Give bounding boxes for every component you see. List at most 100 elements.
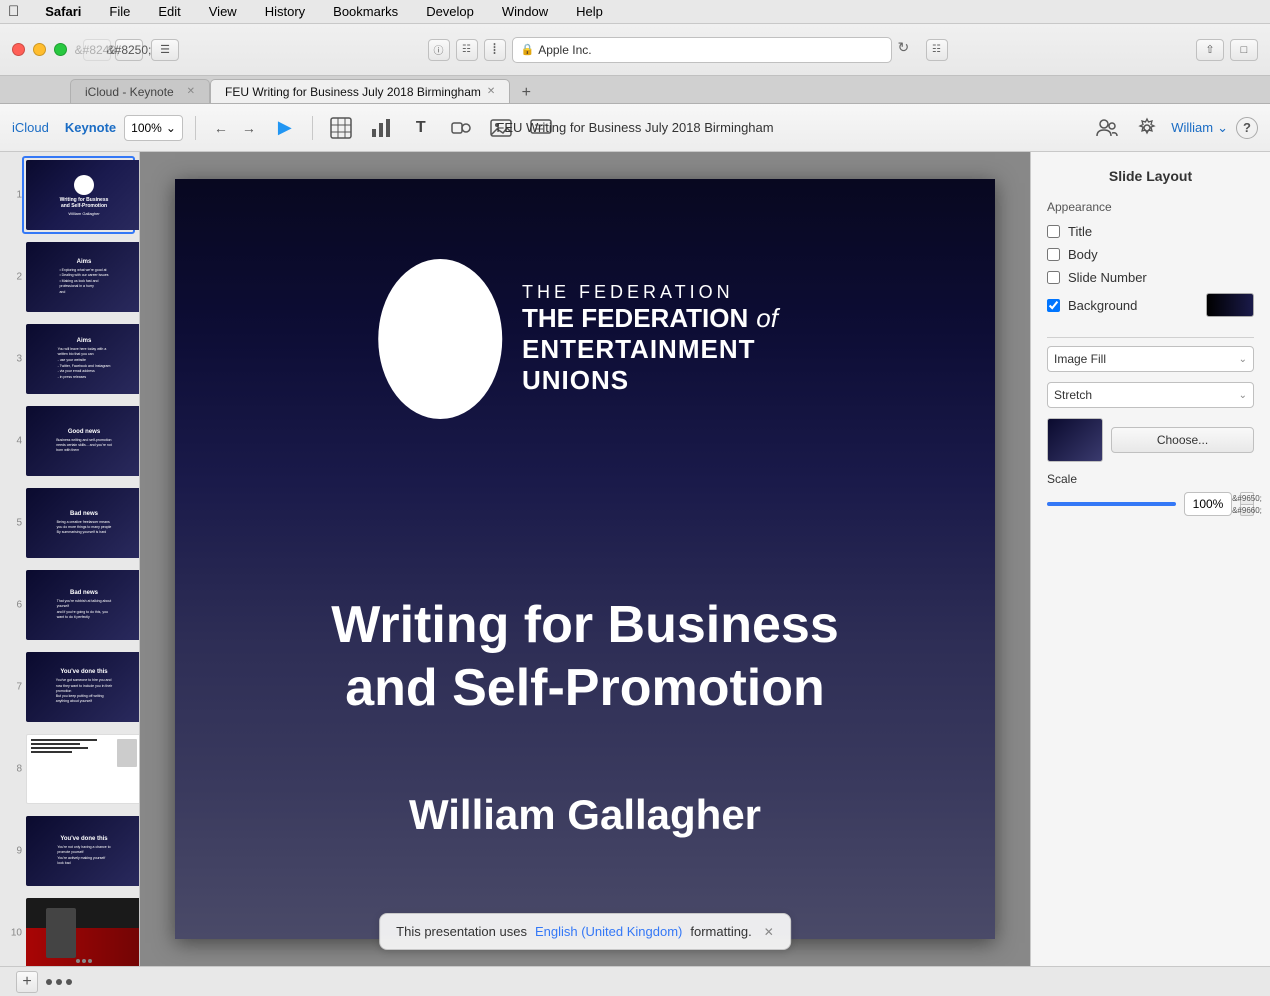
play-button[interactable]: ▶ [278,117,292,138]
back-button[interactable]: &#8249; [83,39,111,61]
keynote-app-label[interactable]: Keynote [65,120,116,135]
add-tab-button[interactable]: + [516,83,536,103]
feu-entertainment-text: ENTERTAINMENT UNIONS [522,334,792,396]
title-checkbox[interactable] [1047,225,1060,238]
image-fill-label: Image Fill [1054,352,1106,366]
share-icon[interactable]: ⓘ [428,39,450,61]
insert-shape-button[interactable] [445,112,477,144]
notification-text: This presentation uses [396,924,527,939]
maximize-button[interactable] [54,43,67,56]
notification-close-button[interactable]: ✕ [764,925,774,939]
menu-develop[interactable]: Develop [420,2,480,21]
slide-number-5: 5 [8,518,22,529]
insert-table-button[interactable] [325,112,357,144]
apple-menu[interactable]:  [8,3,19,20]
address-bar[interactable]: 🔒 Apple Inc. [512,37,892,63]
title-bar: &#8249; &#8250; ☰ ⓘ ☷ ┋ 🔒 Apple Inc. ↻ ☷… [0,24,1270,76]
slide-thumb-6[interactable]: 6 Bad news That you're rubbish at talkin… [22,566,135,644]
slide-author-text: William Gallagher [409,791,761,839]
slide-dots [46,979,72,985]
slide-thumb-3[interactable]: 3 Aims You will leave here today with aw… [22,320,135,398]
tab-overview-icon[interactable]: ┋ [484,39,506,61]
tab-grid-button[interactable]: □ [1230,39,1258,61]
slide-thumb-7[interactable]: 7 You've done this You've got someone to… [22,648,135,726]
tab-icloud[interactable]: iCloud - Keynote ✕ [70,79,210,103]
add-slide-button[interactable]: + [16,971,38,993]
menu-history[interactable]: History [259,2,311,21]
tab-feu[interactable]: FEU Writing for Business July 2018 Birmi… [210,79,510,103]
scale-slider[interactable] [1047,502,1176,506]
slide-preview-2: Aims • Exploring what we're good at• Dea… [26,242,140,312]
slide-thumb-1[interactable]: 1 Writing for Businessand Self-Promotion… [22,156,135,234]
sidebar-toggle-button[interactable]: ☰ [151,39,179,61]
feu-of-text: of [756,303,778,334]
slide-number-checkbox[interactable] [1047,271,1060,284]
insert-text-button[interactable]: T [405,112,437,144]
tab-icloud-close[interactable]: ✕ [187,86,195,97]
image-fill-dropdown[interactable]: Image Fill ⌄ [1047,346,1254,372]
scale-down-button[interactable]: &#9660; [1240,504,1254,516]
body-checkbox-row: Body [1047,247,1254,262]
choose-button[interactable]: Choose... [1111,427,1254,453]
scale-up-button[interactable]: &#9650; [1240,492,1254,504]
slide-thumb-4[interactable]: 4 Good news Business writing and self-pr… [22,402,135,480]
extensions-icon[interactable]: ☷ [926,39,948,61]
stretch-dropdown[interactable]: Stretch ⌄ [1047,382,1254,408]
undo-button[interactable]: ← [208,115,234,141]
insert-chart-button[interactable] [365,112,397,144]
slide-thumb-8[interactable]: 8 [22,730,135,808]
background-checkbox[interactable] [1047,299,1060,312]
close-button[interactable] [12,43,25,56]
scale-controls: 100% &#9650; &#9660; [1047,492,1254,516]
reload-button[interactable]: ↻ [898,39,920,61]
menu-safari[interactable]: Safari [39,2,87,21]
upload-button[interactable]: ⇧ [1196,39,1224,61]
settings-button[interactable] [1131,112,1163,144]
help-button[interactable]: ? [1236,117,1258,139]
menu-bookmarks[interactable]: Bookmarks [327,2,404,21]
feu-circle: FEU [378,259,502,419]
menu-edit[interactable]: Edit [152,2,186,21]
slide8-content [31,739,137,767]
menu-view[interactable]: View [203,2,243,21]
slide-number-8: 8 [8,764,22,775]
notification-suffix: formatting. [690,924,751,939]
scale-label: Scale [1047,472,1077,486]
menu-file[interactable]: File [103,2,136,21]
slide8-image [117,739,137,767]
zoom-control[interactable]: 100% ⌄ [124,115,183,141]
slide-title-text: Writing for Businessand Self-Promotion [235,594,935,719]
slide4-body: Business writing and self-promotionneeds… [56,438,112,454]
dot-1 [46,979,52,985]
reader-icon[interactable]: ☷ [456,39,478,61]
collaborate-button[interactable] [1091,112,1123,144]
tab-feu-close[interactable]: ✕ [487,86,495,97]
slide2-heading: Aims [77,259,92,265]
slide10-figure [46,908,76,958]
feu-right-text: THE FEDERATION THE FEDERATION of ENTERTA… [522,282,792,396]
feu-badge-text: FEU [391,309,489,369]
title-checkbox-label: Title [1068,224,1092,239]
background-image-preview[interactable] [1047,418,1103,462]
scale-value-input[interactable]: 100% [1184,492,1232,516]
slide-thumb-5[interactable]: 5 Bad news Being a creative freelancer m… [22,484,135,562]
address-text: Apple Inc. [538,43,591,57]
stretch-arrow-icon: ⌄ [1239,390,1247,401]
language-link[interactable]: English (United Kingdom) [535,924,682,939]
feu-logo-container: FEU THE FEDERATION THE FEDERATION of ENT… [378,259,792,419]
slide-title-thumb: Writing for Businessand Self-Promotion [60,197,109,209]
slide-thumb-9[interactable]: 9 You've done this You're not only havin… [22,812,135,890]
app-toolbar: iCloud Keynote 100% ⌄ ← → FEU Writing fo… [0,104,1270,152]
slide-thumb-2[interactable]: 2 Aims • Exploring what we're good at• D… [22,238,135,316]
user-menu[interactable]: William ⌄ [1171,120,1228,136]
redo-button[interactable]: → [236,115,262,141]
background-color-swatch[interactable] [1206,293,1254,317]
minimize-button[interactable] [33,43,46,56]
body-checkbox[interactable] [1047,248,1060,261]
slide-thumb-10[interactable]: 10 [22,894,135,966]
menu-window[interactable]: Window [496,2,554,21]
slide-preview-7: You've done this You've got someone to h… [26,652,140,722]
slide8-lines [31,739,113,753]
slide6-body: That you're rubbish at talking aboutyour… [57,599,112,620]
menu-help[interactable]: Help [570,2,609,21]
